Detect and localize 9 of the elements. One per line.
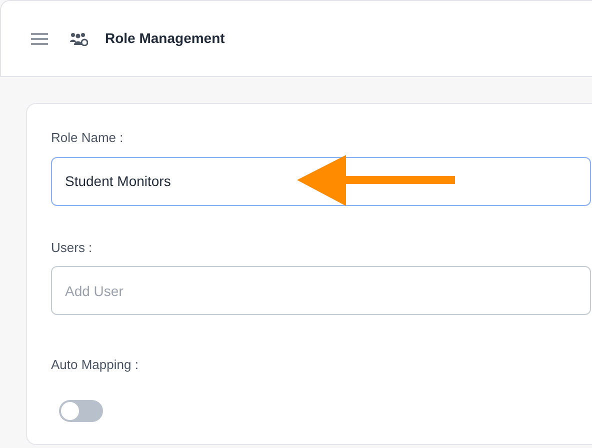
field-label: Role Name : (51, 129, 124, 147)
users-gear-icon (70, 32, 88, 46)
field-label: Users : (51, 238, 94, 256)
menu-icon[interactable] (31, 32, 48, 44)
field-label: Auto Mapping : (51, 356, 140, 374)
text-field[interactable]: Add User (51, 266, 591, 315)
text-field[interactable]: Student Monitors (51, 156, 591, 206)
toggle-switch[interactable] (59, 400, 103, 422)
page-title: Role Management (105, 29, 225, 48)
